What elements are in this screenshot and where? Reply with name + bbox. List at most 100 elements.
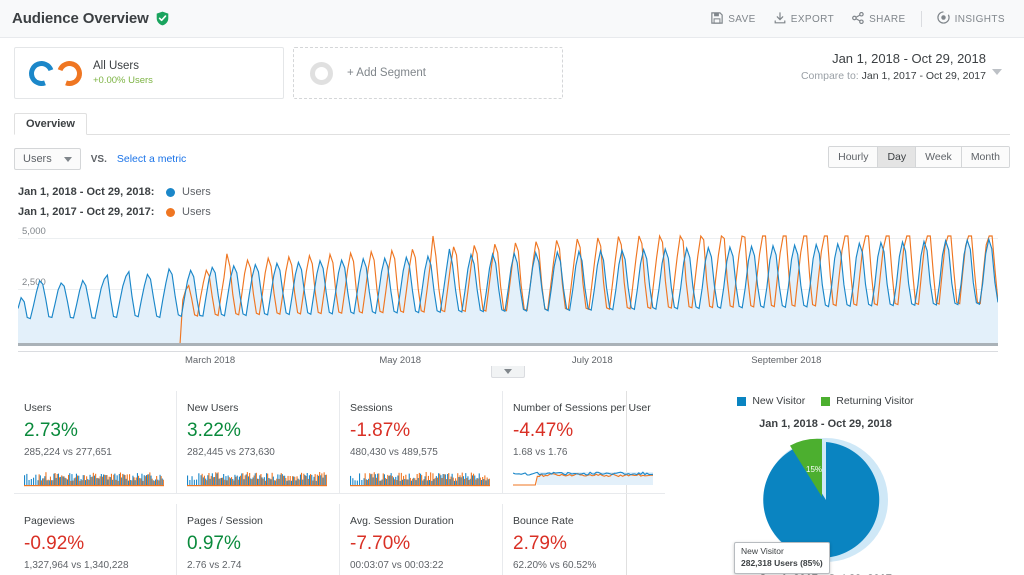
metric-card-new-users[interactable]: New Users 3.22% 282,445 vs 273,630 — [177, 391, 340, 494]
pie-legend: New Visitor Returning Visitor — [627, 393, 1024, 409]
insights-label: INSIGHTS — [954, 13, 1005, 25]
granularity-hourly[interactable]: Hourly — [829, 147, 879, 167]
segment-bar: All Users +0.00% Users + Add Segment Jan… — [14, 47, 1014, 103]
metric-title: New Users — [187, 402, 239, 414]
granularity-day[interactable]: Day — [878, 147, 917, 167]
metric-title: Users — [24, 402, 52, 414]
save-button[interactable]: SAVE — [702, 8, 765, 31]
legend-swatch-blue-icon — [737, 396, 747, 406]
metric-compare: 2.76 vs 2.74 — [187, 560, 242, 571]
compare-prefix: Compare to: — [800, 70, 859, 82]
metric-compare: 282,445 vs 273,630 — [187, 447, 275, 458]
metric-card-pages-per-session[interactable]: Pages / Session 0.97% 2.76 vs 2.74 — [177, 504, 340, 575]
tab-bar: Overview — [14, 113, 1010, 135]
metric-title: Avg. Session Duration — [350, 515, 454, 527]
metric-title: Pages / Session — [187, 515, 263, 527]
header-toolbar: SAVE EXPORT SHARE INSIGHTS — [702, 0, 1014, 38]
insights-icon — [936, 11, 950, 27]
x-tick-march: March 2018 — [184, 355, 236, 366]
segment-all-users[interactable]: All Users +0.00% Users — [14, 47, 284, 99]
metric-value: -0.92% — [24, 533, 85, 554]
legend-row-previous: Jan 1, 2017 - Oct 29, 2017: Users — [18, 202, 1024, 222]
insights-button[interactable]: INSIGHTS — [928, 7, 1014, 31]
share-button[interactable]: SHARE — [843, 8, 914, 31]
legend-row-current: Jan 1, 2018 - Oct 29, 2018: Users — [18, 182, 1024, 202]
granularity-month[interactable]: Month — [961, 147, 1009, 167]
pie-legend-returning-visitor[interactable]: Returning Visitor — [821, 395, 914, 407]
save-label: SAVE — [728, 13, 756, 25]
metric-compare: 285,224 vs 277,651 — [24, 447, 112, 458]
metrics-grid: Users 2.73% 285,224 vs 277,651 New Users… — [14, 391, 665, 575]
tooltip-title: New Visitor — [741, 546, 784, 556]
pie-tooltip: New Visitor 282,318 Users (85%) — [734, 542, 830, 574]
audience-overview-page: Audience Overview SAVE EXPORT SHARE INSI… — [0, 0, 1024, 575]
donut-grey-icon — [310, 61, 333, 85]
pie-title-current: Jan 1, 2018 - Oct 29, 2018 — [759, 418, 892, 430]
legend-series-current: Users — [182, 186, 211, 198]
chart-controls: Users VS. Select a metric Hourly Day Wee… — [14, 146, 1010, 172]
date-range-main: Jan 1, 2018 - Oct 29, 2018 — [832, 51, 986, 66]
add-segment-label: + Add Segment — [347, 67, 426, 79]
vs-label: VS. — [90, 153, 107, 165]
share-icon — [852, 11, 864, 27]
metric-card-sessions[interactable]: Sessions -1.87% 480,430 vs 489,575 — [340, 391, 503, 494]
metric-card-pageviews[interactable]: Pageviews -0.92% 1,327,964 vs 1,340,228 — [14, 504, 177, 575]
metric-title: Sessions — [350, 402, 393, 414]
users-timeseries-chart[interactable]: 5,000 2,500 — [18, 226, 998, 351]
metric-compare: 00:03:07 vs 00:03:22 — [350, 560, 444, 571]
segment-subtext: +0.00% Users — [93, 74, 153, 86]
metric-value: 3.22% — [187, 420, 241, 441]
legend-series-previous: Users — [182, 206, 211, 218]
select-a-metric-link[interactable]: Select a metric — [117, 153, 186, 165]
chart-x-axis: March 2018 May 2018 July 2018 September … — [18, 351, 998, 378]
metric-title: Pageviews — [24, 515, 75, 527]
metric-compare: 1,327,964 vs 1,340,228 — [24, 560, 129, 571]
metric-card-avg-session-duration[interactable]: Avg. Session Duration -7.70% 00:03:07 vs… — [340, 504, 503, 575]
x-tick-may: May 2018 — [379, 355, 422, 366]
granularity-week[interactable]: Week — [916, 147, 962, 167]
date-range-selector[interactable]: Jan 1, 2018 - Oct 29, 2018 Compare to: J… — [768, 49, 1008, 84]
legend-dot-blue-icon — [166, 187, 175, 197]
metric-sparkline — [350, 472, 490, 487]
chart-legend: Jan 1, 2018 - Oct 29, 2018: Users Jan 1,… — [18, 182, 1024, 222]
metric-value: 0.97% — [187, 533, 241, 554]
pie-legend-new-visitor[interactable]: New Visitor — [737, 395, 805, 407]
x-tick-september: September 2018 — [751, 355, 822, 366]
pie-legend-label: New Visitor — [752, 395, 806, 407]
download-icon — [774, 11, 786, 27]
tooltip-value: 282,318 Users (85%) — [741, 558, 823, 568]
legend-dot-orange-icon — [166, 207, 175, 217]
page-header: Audience Overview SAVE EXPORT SHARE INSI… — [0, 0, 1024, 38]
lower-section: Users 2.73% 285,224 vs 277,651 New Users… — [0, 391, 1024, 575]
new-vs-returning-panel: New Visitor Returning Visitor Jan 1, 201… — [627, 391, 1024, 575]
compare-value: Jan 1, 2017 - Oct 29, 2017 — [861, 70, 986, 82]
chevron-down-icon[interactable] — [992, 69, 1002, 75]
legend-date-current: Jan 1, 2018 - Oct 29, 2018: — [18, 186, 155, 198]
metric-card-users[interactable]: Users 2.73% 285,224 vs 277,651 — [14, 391, 177, 494]
metric-select-label: Users — [23, 153, 52, 165]
pie-legend-label: Returning Visitor — [836, 395, 914, 407]
chevron-down-icon — [63, 156, 72, 162]
metric-value: -1.87% — [350, 420, 411, 441]
segment-donut-icons — [24, 56, 87, 90]
toolbar-divider — [920, 11, 922, 27]
metric-sparkline — [24, 472, 164, 487]
metric-value: -7.70% — [350, 533, 411, 554]
share-label: SHARE — [869, 13, 906, 25]
donut-blue-icon — [24, 56, 59, 90]
metric-sparkline — [187, 472, 327, 487]
chart-expander-button[interactable] — [491, 366, 525, 378]
pie-chart-current[interactable]: 15% New Visitor 282,318 Users (85%) — [627, 432, 1024, 574]
segment-name: All Users — [93, 59, 140, 72]
export-label: EXPORT — [790, 13, 835, 25]
chevron-down-icon — [504, 369, 512, 374]
add-segment-button[interactable]: + Add Segment — [293, 47, 563, 99]
export-button[interactable]: EXPORT — [765, 8, 843, 31]
date-range-compare: Compare to: Jan 1, 2017 - Oct 29, 2017 — [768, 68, 986, 84]
metric-select[interactable]: Users — [14, 148, 81, 170]
pie-slice-label: 15% — [806, 465, 822, 474]
chart-svg — [18, 234, 998, 346]
legend-swatch-green-icon — [821, 396, 831, 406]
tab-overview[interactable]: Overview — [14, 113, 87, 135]
shield-check-icon — [156, 11, 169, 26]
